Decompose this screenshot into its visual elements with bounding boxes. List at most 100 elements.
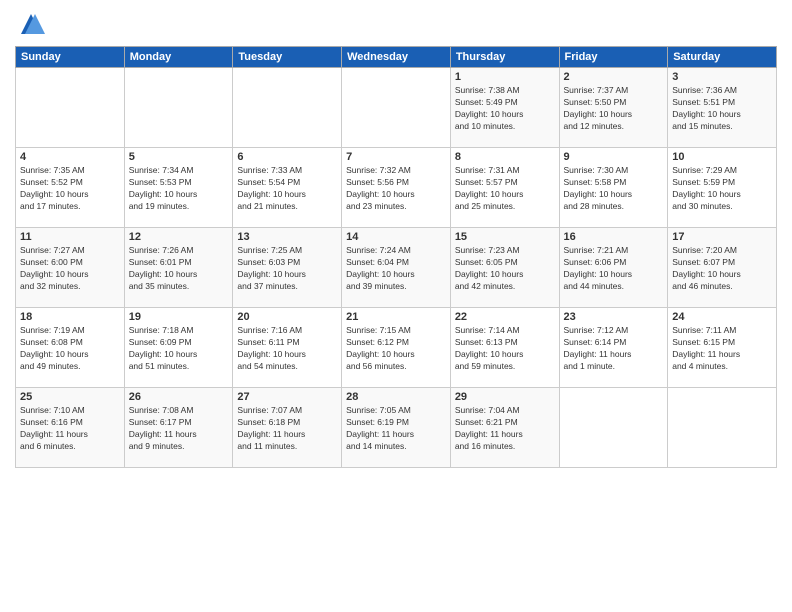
day-number: 17 bbox=[672, 231, 772, 243]
day-info: Sunrise: 7:19 AM Sunset: 6:08 PM Dayligh… bbox=[20, 325, 120, 373]
header bbox=[15, 10, 777, 38]
calendar-header: SundayMondayTuesdayWednesdayThursdayFrid… bbox=[16, 47, 777, 68]
day-info: Sunrise: 7:30 AM Sunset: 5:58 PM Dayligh… bbox=[564, 165, 664, 213]
header-row: SundayMondayTuesdayWednesdayThursdayFrid… bbox=[16, 47, 777, 68]
day-number: 21 bbox=[346, 311, 446, 323]
day-number: 6 bbox=[237, 151, 337, 163]
day-header: Friday bbox=[559, 47, 668, 68]
day-number: 10 bbox=[672, 151, 772, 163]
calendar-cell: 18 Sunrise: 7:19 AM Sunset: 6:08 PM Dayli… bbox=[16, 308, 125, 388]
calendar-cell: 25 Sunrise: 7:10 AM Sunset: 6:16 PM Dayli… bbox=[16, 388, 125, 468]
calendar-cell: 14 Sunrise: 7:24 AM Sunset: 6:04 PM Dayli… bbox=[342, 228, 451, 308]
day-header: Sunday bbox=[16, 47, 125, 68]
day-info: Sunrise: 7:33 AM Sunset: 5:54 PM Dayligh… bbox=[237, 165, 337, 213]
day-number: 18 bbox=[20, 311, 120, 323]
calendar-cell: 27Sunrise: 7:07 AM Sunset: 6:18 PM Dayli… bbox=[233, 388, 342, 468]
day-info: Sunrise: 7:23 AM Sunset: 6:05 PM Dayligh… bbox=[455, 245, 555, 293]
calendar-week: 18 Sunrise: 7:19 AM Sunset: 6:08 PM Dayli… bbox=[16, 308, 777, 388]
day-info: Sunrise: 7:14 AM Sunset: 6:13 PM Dayligh… bbox=[455, 325, 555, 373]
calendar-cell: 16Sunrise: 7:21 AM Sunset: 6:06 PM Dayli… bbox=[559, 228, 668, 308]
day-number: 9 bbox=[564, 151, 664, 163]
calendar-cell: 13 Sunrise: 7:25 AM Sunset: 6:03 PM Dayli… bbox=[233, 228, 342, 308]
calendar-week: 11 Sunrise: 7:27 AM Sunset: 6:00 PM Dayli… bbox=[16, 228, 777, 308]
day-info: Sunrise: 7:29 AM Sunset: 5:59 PM Dayligh… bbox=[672, 165, 772, 213]
calendar-cell: 9 Sunrise: 7:30 AM Sunset: 5:58 PM Daylig… bbox=[559, 148, 668, 228]
day-number: 15 bbox=[455, 231, 555, 243]
day-header: Wednesday bbox=[342, 47, 451, 68]
calendar-cell: 15 Sunrise: 7:23 AM Sunset: 6:05 PM Dayli… bbox=[450, 228, 559, 308]
day-number: 1 bbox=[455, 71, 555, 83]
day-info: Sunrise: 7:18 AM Sunset: 6:09 PM Dayligh… bbox=[129, 325, 229, 373]
calendar-cell: 21 Sunrise: 7:15 AM Sunset: 6:12 PM Dayli… bbox=[342, 308, 451, 388]
calendar-cell bbox=[124, 68, 233, 148]
day-number: 23 bbox=[564, 311, 664, 323]
calendar-cell: 11 Sunrise: 7:27 AM Sunset: 6:00 PM Dayli… bbox=[16, 228, 125, 308]
calendar-week: 1 Sunrise: 7:38 AM Sunset: 5:49 PM Daylig… bbox=[16, 68, 777, 148]
day-number: 12 bbox=[129, 231, 229, 243]
calendar-cell: 17 Sunrise: 7:20 AM Sunset: 6:07 PM Dayli… bbox=[668, 228, 777, 308]
day-info: Sunrise: 7:21 AM Sunset: 6:06 PM Dayligh… bbox=[564, 245, 664, 293]
day-header: Saturday bbox=[668, 47, 777, 68]
day-info: Sunrise: 7:16 AM Sunset: 6:11 PM Dayligh… bbox=[237, 325, 337, 373]
day-info: Sunrise: 7:12 AM Sunset: 6:14 PM Dayligh… bbox=[564, 325, 664, 373]
calendar-cell bbox=[16, 68, 125, 148]
calendar-cell: 4Sunrise: 7:35 AM Sunset: 5:52 PM Daylig… bbox=[16, 148, 125, 228]
calendar-container: SundayMondayTuesdayWednesdayThursdayFrid… bbox=[0, 0, 792, 473]
day-info: Sunrise: 7:36 AM Sunset: 5:51 PM Dayligh… bbox=[672, 85, 772, 133]
day-number: 22 bbox=[455, 311, 555, 323]
day-number: 20 bbox=[237, 311, 337, 323]
calendar-body: 1 Sunrise: 7:38 AM Sunset: 5:49 PM Daylig… bbox=[16, 68, 777, 468]
calendar-cell: 19 Sunrise: 7:18 AM Sunset: 6:09 PM Dayli… bbox=[124, 308, 233, 388]
day-number: 14 bbox=[346, 231, 446, 243]
day-info: Sunrise: 7:10 AM Sunset: 6:16 PM Dayligh… bbox=[20, 405, 120, 453]
calendar-cell: 2Sunrise: 7:37 AM Sunset: 5:50 PM Daylig… bbox=[559, 68, 668, 148]
day-number: 26 bbox=[129, 391, 229, 403]
logo-icon bbox=[17, 10, 45, 38]
day-info: Sunrise: 7:04 AM Sunset: 6:21 PM Dayligh… bbox=[455, 405, 555, 453]
day-number: 2 bbox=[564, 71, 664, 83]
day-number: 19 bbox=[129, 311, 229, 323]
day-number: 13 bbox=[237, 231, 337, 243]
day-info: Sunrise: 7:34 AM Sunset: 5:53 PM Dayligh… bbox=[129, 165, 229, 213]
day-number: 8 bbox=[455, 151, 555, 163]
day-header: Tuesday bbox=[233, 47, 342, 68]
calendar-cell: 6 Sunrise: 7:33 AM Sunset: 5:54 PM Daylig… bbox=[233, 148, 342, 228]
day-info: Sunrise: 7:26 AM Sunset: 6:01 PM Dayligh… bbox=[129, 245, 229, 293]
day-info: Sunrise: 7:35 AM Sunset: 5:52 PM Dayligh… bbox=[20, 165, 120, 213]
day-info: Sunrise: 7:20 AM Sunset: 6:07 PM Dayligh… bbox=[672, 245, 772, 293]
calendar-cell bbox=[668, 388, 777, 468]
day-number: 25 bbox=[20, 391, 120, 403]
day-info: Sunrise: 7:38 AM Sunset: 5:49 PM Dayligh… bbox=[455, 85, 555, 133]
day-number: 29 bbox=[455, 391, 555, 403]
day-number: 11 bbox=[20, 231, 120, 243]
calendar-cell: 12 Sunrise: 7:26 AM Sunset: 6:01 PM Dayli… bbox=[124, 228, 233, 308]
calendar-cell bbox=[342, 68, 451, 148]
calendar-cell: 23 Sunrise: 7:12 AM Sunset: 6:14 PM Dayli… bbox=[559, 308, 668, 388]
calendar-cell: 1 Sunrise: 7:38 AM Sunset: 5:49 PM Daylig… bbox=[450, 68, 559, 148]
calendar-table: SundayMondayTuesdayWednesdayThursdayFrid… bbox=[15, 46, 777, 468]
day-number: 24 bbox=[672, 311, 772, 323]
calendar-cell bbox=[233, 68, 342, 148]
day-number: 3 bbox=[672, 71, 772, 83]
day-number: 5 bbox=[129, 151, 229, 163]
day-header: Thursday bbox=[450, 47, 559, 68]
logo bbox=[15, 10, 45, 38]
day-info: Sunrise: 7:15 AM Sunset: 6:12 PM Dayligh… bbox=[346, 325, 446, 373]
calendar-cell: 10 Sunrise: 7:29 AM Sunset: 5:59 PM Dayli… bbox=[668, 148, 777, 228]
calendar-cell bbox=[559, 388, 668, 468]
day-info: Sunrise: 7:08 AM Sunset: 6:17 PM Dayligh… bbox=[129, 405, 229, 453]
calendar-week: 4Sunrise: 7:35 AM Sunset: 5:52 PM Daylig… bbox=[16, 148, 777, 228]
calendar-cell: 29 Sunrise: 7:04 AM Sunset: 6:21 PM Dayli… bbox=[450, 388, 559, 468]
day-header: Monday bbox=[124, 47, 233, 68]
day-info: Sunrise: 7:24 AM Sunset: 6:04 PM Dayligh… bbox=[346, 245, 446, 293]
calendar-cell: 26 Sunrise: 7:08 AM Sunset: 6:17 PM Dayli… bbox=[124, 388, 233, 468]
day-info: Sunrise: 7:31 AM Sunset: 5:57 PM Dayligh… bbox=[455, 165, 555, 213]
day-info: Sunrise: 7:11 AM Sunset: 6:15 PM Dayligh… bbox=[672, 325, 772, 373]
day-info: Sunrise: 7:27 AM Sunset: 6:00 PM Dayligh… bbox=[20, 245, 120, 293]
calendar-cell: 8 Sunrise: 7:31 AM Sunset: 5:57 PM Daylig… bbox=[450, 148, 559, 228]
calendar-cell: 24 Sunrise: 7:11 AM Sunset: 6:15 PM Dayli… bbox=[668, 308, 777, 388]
calendar-cell: 20 Sunrise: 7:16 AM Sunset: 6:11 PM Dayli… bbox=[233, 308, 342, 388]
calendar-cell: 3 Sunrise: 7:36 AM Sunset: 5:51 PM Daylig… bbox=[668, 68, 777, 148]
day-number: 28 bbox=[346, 391, 446, 403]
day-info: Sunrise: 7:25 AM Sunset: 6:03 PM Dayligh… bbox=[237, 245, 337, 293]
